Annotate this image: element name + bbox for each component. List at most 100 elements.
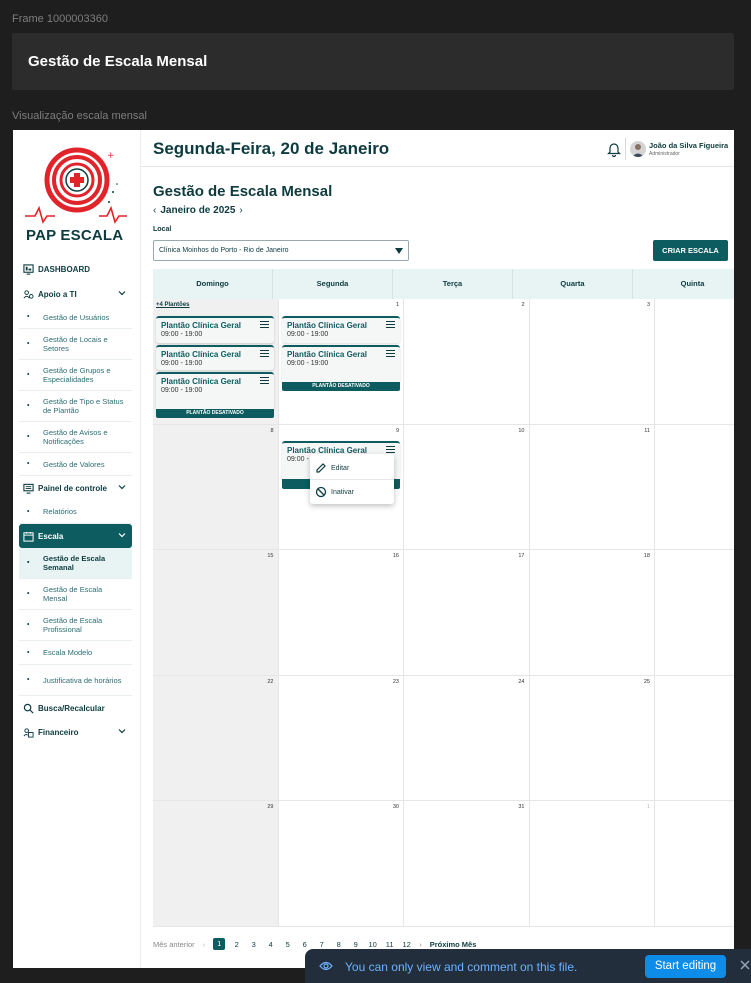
sidebar-subitem-tipo-status[interactable]: Gestão de Tipo e Status de Plantão	[19, 391, 132, 422]
day-number: 31	[518, 804, 525, 810]
calendar-day-cell[interactable]: 24	[404, 675, 530, 801]
calendar-day-cell[interactable]: 23	[278, 675, 404, 801]
page-number[interactable]: 3	[245, 940, 262, 949]
more-shifts-link[interactable]: +4 Plantões	[156, 302, 190, 308]
sidebar-item-escala[interactable]: Escala	[19, 524, 132, 548]
calendar-day-cell[interactable]	[655, 550, 734, 676]
edit-label: Editar	[331, 464, 350, 472]
calendar-day-cell[interactable]: 22	[153, 675, 279, 801]
calendar-day-cell[interactable]: 15	[153, 550, 279, 676]
sidebar-item-apoio[interactable]: Apoio a TI	[19, 282, 132, 306]
page-number[interactable]: 7	[313, 940, 330, 949]
menu-icon[interactable]	[386, 446, 395, 453]
caret-down-icon	[395, 248, 403, 254]
bell-icon[interactable]	[607, 141, 621, 157]
calendar-day-cell[interactable]: 3	[529, 299, 655, 425]
shift-card[interactable]: Plantão Clínica Geral 09:00 - 19:00	[156, 372, 274, 409]
shift-card[interactable]: Plantão Clínica Geral 09:00 - 19:00	[156, 316, 274, 343]
menu-icon[interactable]	[260, 321, 269, 328]
page-number[interactable]: 6	[296, 940, 313, 949]
calendar-day-cell[interactable]	[655, 424, 734, 550]
sidebar-subitem-justificativa[interactable]: Justificativa de horários	[19, 665, 132, 696]
sidebar-item-busca[interactable]: Busca/Recalcular	[19, 696, 132, 720]
eye-icon	[319, 961, 333, 971]
calendar-day-cell[interactable]: 4	[655, 299, 734, 425]
calendar-day-cell[interactable]: 10	[404, 424, 530, 550]
prev-month-arrow[interactable]: ‹	[153, 205, 156, 216]
calendar-day-cell[interactable]: 2	[404, 299, 530, 425]
menu-icon[interactable]	[260, 377, 269, 384]
sidebar-subitem-valores[interactable]: Gestão de Valores	[19, 453, 132, 476]
calendar-day-cell[interactable]: 16	[278, 550, 404, 676]
sidebar-item-painel[interactable]: Painel de controle	[19, 476, 132, 500]
sidebar-item-label: DASHBOARD	[38, 264, 90, 274]
weekday-header: Domingo	[153, 269, 273, 299]
prev-page-arrow[interactable]: ‹	[203, 940, 206, 949]
calendar-day-cell[interactable]: 30	[278, 801, 404, 927]
calendar-day-cell[interactable]: 11	[529, 424, 655, 550]
day-number: 16	[392, 553, 399, 559]
menu-icon[interactable]	[260, 350, 269, 357]
sidebar-subitem-escala-modelo[interactable]: Escala Modelo	[19, 641, 132, 665]
chevron-down-icon	[118, 485, 126, 490]
calendar-header: Domingo Segunda Terça Quarta Quinta	[153, 269, 734, 299]
avatar[interactable]	[630, 141, 646, 157]
page-number[interactable]: 1	[213, 938, 226, 950]
page-number[interactable]: 8	[330, 940, 347, 949]
page-number[interactable]: 5	[279, 940, 296, 949]
sidebar-subitem-usuarios[interactable]: Gestão de Usuários	[19, 306, 132, 329]
next-page-arrow[interactable]: ›	[419, 940, 422, 949]
day-number: 11	[644, 427, 650, 434]
page-number[interactable]: 9	[347, 940, 364, 949]
calendar-day-cell[interactable]: 8	[153, 424, 279, 550]
inactivate-menu-item[interactable]: Inativar	[315, 486, 354, 498]
sidebar-subitem-relatorios[interactable]: Relatórios	[19, 500, 132, 524]
calendar-day-cell[interactable]: 1	[529, 801, 655, 927]
calendar-day-cell[interactable]	[655, 801, 734, 927]
search-icon	[23, 703, 34, 714]
frame-sub-label: Visualização escala mensal	[12, 110, 147, 122]
page-number[interactable]: 4	[262, 940, 279, 949]
page-number[interactable]: 10	[364, 940, 381, 949]
chevron-down-icon	[118, 729, 126, 734]
menu-icon[interactable]	[386, 350, 395, 357]
shift-card[interactable]: Plantão Clínica Geral 09:00 - 19:00	[282, 316, 400, 343]
sidebar-subitem-escala-profissional[interactable]: Gestão de Escala Profissional	[19, 610, 132, 641]
sidebar-item-financeiro[interactable]: Financeiro	[19, 720, 132, 744]
page-number[interactable]: 11	[381, 940, 398, 949]
local-select[interactable]: Clínica Moinhos do Porto - Rio de Janeir…	[153, 240, 409, 261]
shift-card[interactable]: Plantão Clínica Geral 09:00 - 19:00	[156, 345, 274, 370]
sidebar-subitem-escala-mensal[interactable]: Gestão de Escala Mensal	[19, 579, 132, 610]
shift-title: Plantão Clínica Geral	[161, 377, 242, 386]
sidebar-item-label: Financeiro	[38, 727, 79, 737]
close-icon[interactable]	[739, 959, 751, 971]
monitor-icon	[23, 483, 34, 494]
calendar-day-cell[interactable]: 29	[153, 801, 279, 927]
chevron-down-icon	[118, 291, 126, 296]
next-month-link[interactable]: Próximo Mês	[430, 940, 477, 949]
sidebar-subitem-escala-semanal[interactable]: Gestão de Escala Semanal	[19, 548, 132, 579]
sidebar-subitem-grupos[interactable]: Gestão de Grupos e Especialidades	[19, 360, 132, 391]
start-editing-button[interactable]: Start editing	[645, 955, 726, 978]
shift-card[interactable]: Plantão Clínica Geral 09:00 - 19:00	[282, 345, 400, 382]
page-number[interactable]: 12	[398, 940, 415, 949]
day-number: 10	[518, 427, 525, 434]
menu-icon[interactable]	[386, 321, 395, 328]
shift-hours: 09:00 - 19:00	[161, 331, 203, 338]
page-number[interactable]: 2	[228, 940, 245, 949]
prev-month-link[interactable]: Mês anterior	[153, 940, 195, 949]
sidebar-item-dashboard[interactable]: DASHBOARD	[19, 257, 132, 281]
calendar-day-cell[interactable]	[655, 675, 734, 801]
edit-menu-item[interactable]: Editar	[315, 462, 349, 474]
calendar-day-cell[interactable]: 31	[404, 801, 530, 927]
block-icon	[315, 486, 327, 498]
sidebar-subitem-avisos[interactable]: Gestão de Avisos e Notificações	[19, 422, 132, 453]
day-number: 23	[392, 678, 399, 685]
sidebar-item-label: Busca/Recalcular	[38, 703, 105, 713]
sidebar-subitem-locais[interactable]: Gestão de Locais e Setores	[19, 329, 132, 360]
create-schedule-button[interactable]: CRIAR ESCALA	[653, 240, 728, 261]
next-month-arrow[interactable]: ›	[239, 205, 242, 216]
calendar-day-cell[interactable]: 17	[404, 550, 530, 676]
calendar-day-cell[interactable]: 18	[529, 550, 655, 676]
calendar-day-cell[interactable]: 25	[529, 675, 655, 801]
